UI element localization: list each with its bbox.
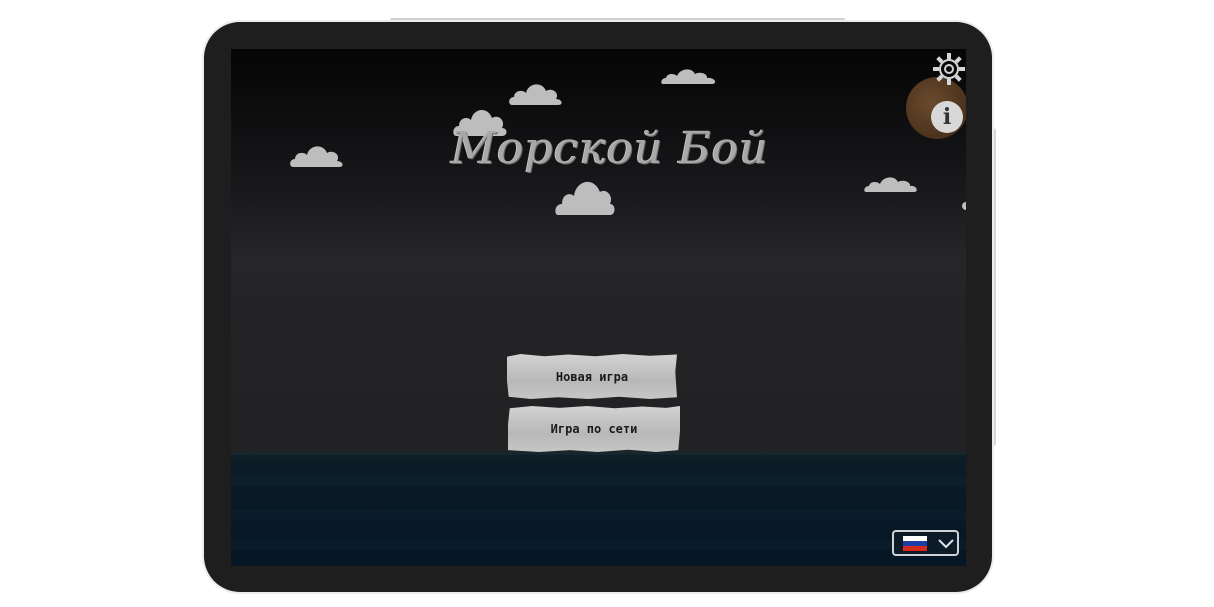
new-game-label: Новая игра [555, 369, 629, 384]
page: Морской Бой Новая игра Игра по сети i [0, 0, 1214, 607]
flag-stripe-red [903, 546, 927, 551]
game-title: Морской Бой [451, 123, 769, 174]
cloud-icon [508, 79, 564, 107]
info-icon[interactable]: i [931, 101, 963, 133]
chevron-down-icon [937, 535, 955, 551]
cloud-icon [289, 141, 345, 169]
cloud-icon [554, 174, 616, 217]
russia-flag-icon [903, 536, 927, 551]
cloud-icon [960, 202, 966, 210]
cloud-icon [660, 67, 718, 85]
game-screen: Морской Бой Новая игра Игра по сети i [231, 49, 966, 566]
network-game-label: Игра по сети [550, 422, 638, 436]
gear-icon[interactable] [932, 52, 966, 86]
sea [231, 452, 966, 566]
new-game-button[interactable]: Новая игра [507, 354, 677, 399]
info-label: i [942, 104, 952, 130]
network-game-button[interactable]: Игра по сети [508, 406, 680, 452]
cloud-icon [863, 175, 919, 193]
language-select[interactable] [892, 530, 959, 556]
